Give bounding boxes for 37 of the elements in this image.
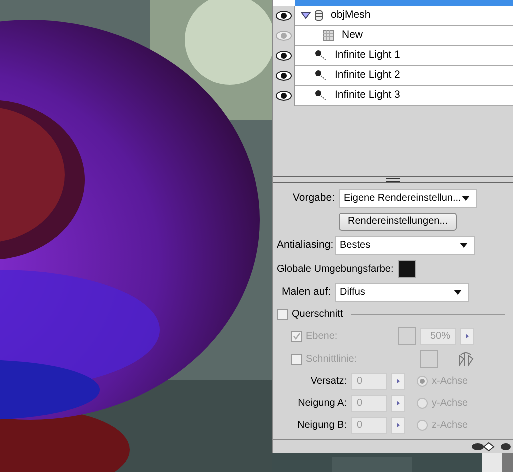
caret-icon: [462, 196, 470, 202]
color-swatch[interactable]: [398, 327, 416, 346]
cylinder-icon: [315, 10, 323, 21]
plane-label: Ebene:: [306, 330, 339, 344]
axis-label: x-Achse: [432, 375, 468, 390]
color-swatch[interactable]: [398, 260, 416, 278]
dropdown[interactable]: Diffus: [335, 283, 469, 302]
dropdown[interactable]: Bestes: [335, 236, 475, 256]
layer-name[interactable]: objMesh: [331, 8, 371, 24]
axis-label: y-Achse: [432, 397, 468, 412]
antialiasing-label: Antialiasing:: [277, 238, 331, 253]
offset-label: Neigung A:: [297, 397, 347, 412]
layer-name[interactable]: Infinite Light 3: [335, 88, 400, 104]
intersection-label: Schnittlinie:: [306, 352, 358, 367]
expanded-triangle-icon[interactable]: [301, 12, 311, 19]
axis-label: z-Achse: [432, 419, 468, 434]
color-swatch[interactable]: [420, 350, 438, 368]
preset-label: Vorgabe:: [292, 190, 335, 206]
ambient-color-label: Globale Umgebungsfarbe:: [277, 262, 394, 277]
flip-icon[interactable]: [458, 351, 474, 368]
section-title: Querschnitt: [292, 308, 344, 322]
spotlight-icon: [315, 90, 327, 101]
offset-label: Versatz:: [310, 375, 347, 390]
offset-label: Neigung B:: [296, 419, 347, 434]
grid-icon: [323, 30, 334, 41]
caret-icon: [454, 290, 462, 296]
layer-name[interactable]: Infinite Light 2: [335, 68, 400, 84]
paint-on-label: Malen auf:: [280, 284, 331, 300]
render-settings-button[interactable]: Rendereinstellungen...: [339, 213, 458, 232]
spotlight-icon: [315, 50, 327, 61]
layer-name[interactable]: New: [342, 28, 364, 44]
grip-icon[interactable]: [386, 178, 400, 182]
checkbox[interactable]: [277, 309, 288, 320]
caret-icon: [460, 243, 468, 248]
dropdown[interactable]: Eigene Rendereinstellun...: [339, 189, 477, 208]
layer-name[interactable]: Infinite Light 1: [335, 48, 400, 64]
spotlight-icon: [315, 70, 327, 81]
